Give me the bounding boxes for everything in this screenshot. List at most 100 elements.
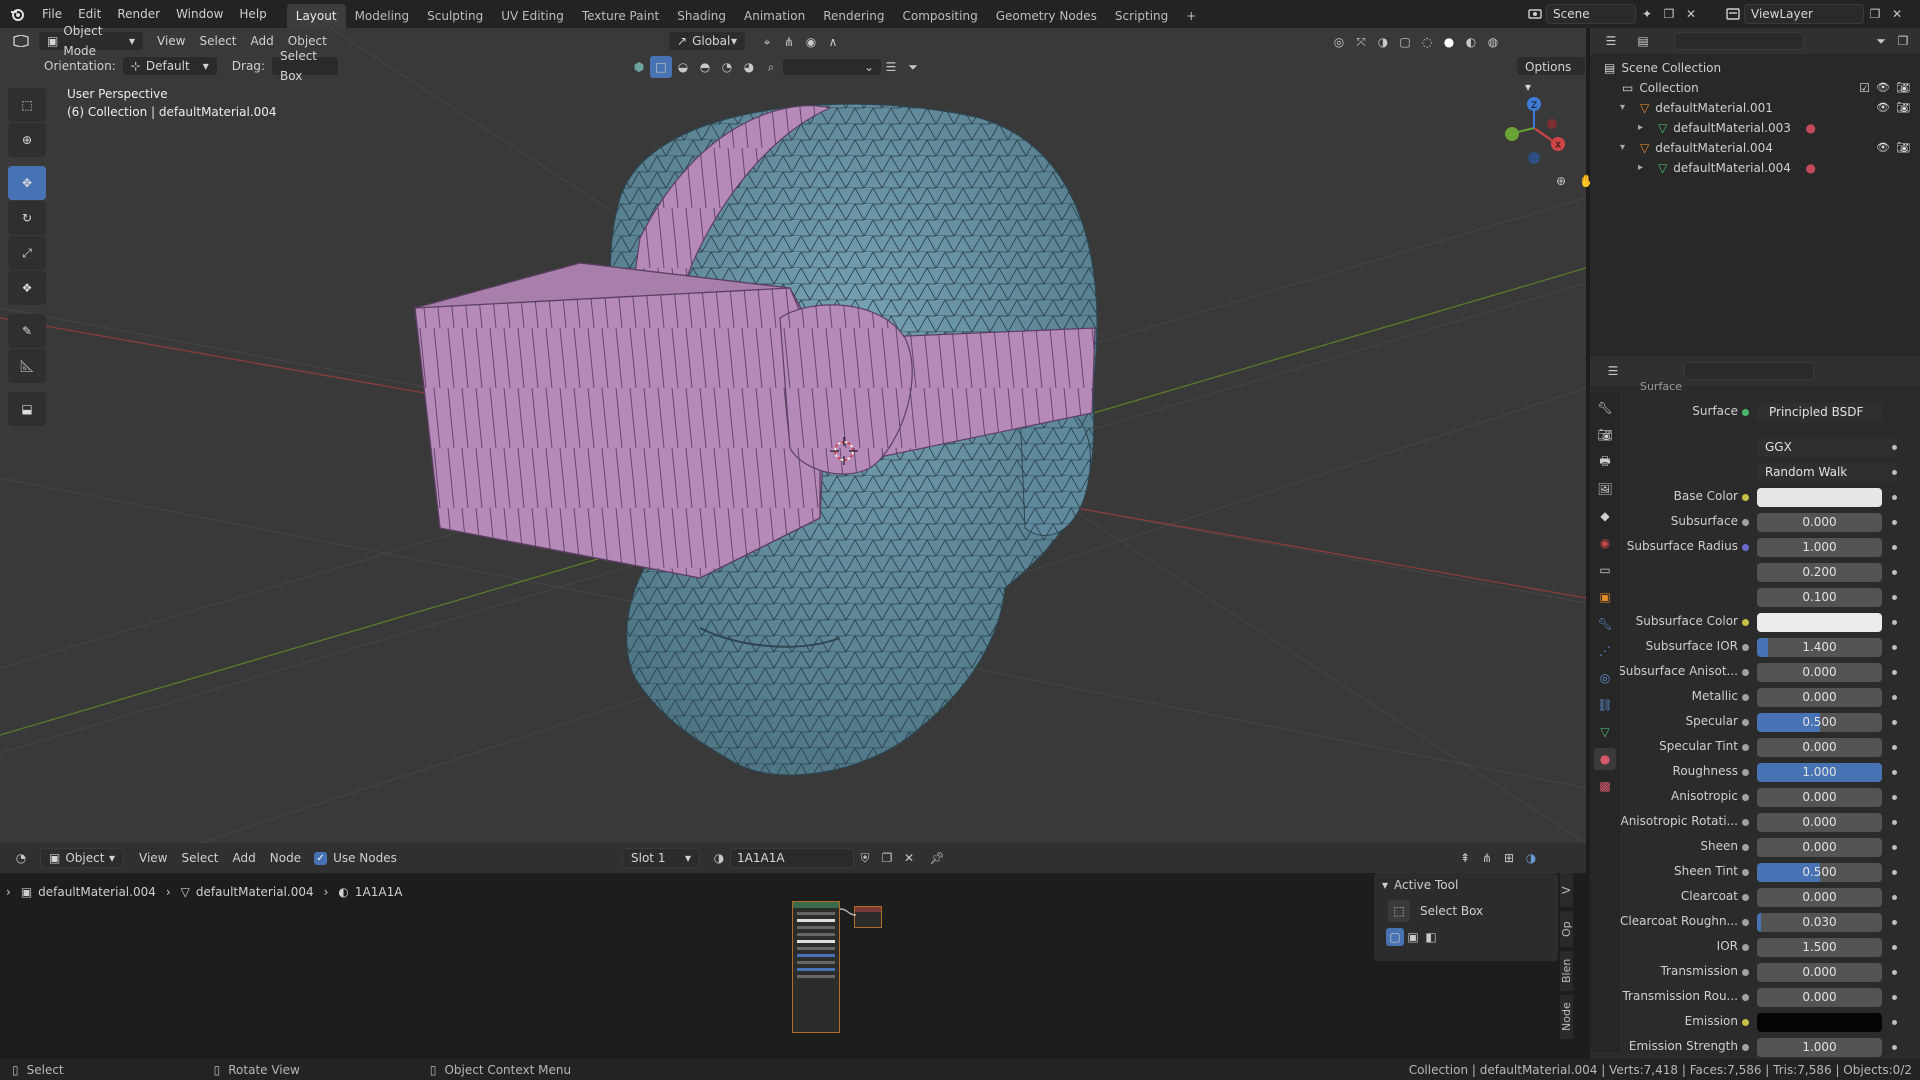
shader-editor[interactable]: ▾ Active Tool ⬚ Select Box ▢ ▣ ◧ V Op Bl… [0, 843, 1586, 1059]
object-tab-icon[interactable]: ▣ [1594, 586, 1616, 608]
slot-dropdown[interactable]: Slot 1 ▾ [622, 848, 700, 868]
sidebar-tab-blender[interactable]: Blen [1560, 951, 1573, 991]
snap-icon[interactable]: ⋔ [778, 31, 800, 53]
numeric-field[interactable]: 0.000 [1757, 688, 1882, 707]
output-tab-icon[interactable]: 🖶︎ [1594, 451, 1616, 473]
keyframe-dot-icon[interactable] [1892, 995, 1897, 1000]
constraints-tab-icon[interactable]: ⛓ [1594, 694, 1616, 716]
3d-viewport[interactable]: X Z [0, 28, 1586, 843]
search-icon[interactable]: ⌕ [760, 56, 782, 78]
tab-texture-paint[interactable]: Texture Paint [573, 4, 668, 28]
socket-dot-icon[interactable] [1742, 744, 1749, 751]
numeric-field[interactable]: 1.400 [1757, 638, 1882, 657]
breadcrumb-mesh[interactable]: defaultMaterial.004 [196, 885, 314, 899]
delete-scene-icon[interactable]: ✕ [1680, 3, 1702, 25]
mode-dropdown[interactable]: ▣ Object Mode ▾ [38, 24, 144, 58]
numeric-field[interactable]: 0.000 [1757, 788, 1882, 807]
move-tool-icon[interactable]: ✥ [8, 166, 46, 200]
viewlayer-name-field[interactable]: ViewLayer [1744, 4, 1864, 24]
transform-orientation-dropdown[interactable]: ↗ Global ▾ [668, 31, 746, 51]
collapse-arrow-icon[interactable]: ▾ [1382, 878, 1388, 892]
distribution-dropdown[interactable]: GGX [1757, 438, 1897, 457]
numeric-field[interactable]: 1.000 [1757, 763, 1882, 782]
socket-dot-icon[interactable] [1742, 644, 1749, 651]
socket-dot-icon[interactable] [1742, 619, 1749, 626]
sort-icon[interactable]: ☰ [880, 56, 902, 78]
color-swatch-field[interactable] [1757, 1013, 1882, 1032]
breadcrumb-material[interactable]: 1A1A1A [355, 885, 403, 899]
delete-viewlayer-icon[interactable]: ✕ [1886, 3, 1908, 25]
scale-tool-icon[interactable]: ⤢ [8, 236, 46, 270]
tab-animation[interactable]: Animation [735, 4, 814, 28]
snap-target-icon[interactable]: ⊞ [1498, 847, 1520, 869]
outliner-editor-icon[interactable]: ☰ [1600, 30, 1622, 52]
eye-icon[interactable]: 👁︎ [1876, 138, 1890, 158]
keyframe-dot-icon[interactable] [1892, 770, 1897, 775]
cursor-tool-icon[interactable]: ⊕ [8, 123, 46, 157]
keyframe-dot-icon[interactable] [1892, 620, 1897, 625]
socket-dot-icon[interactable] [1742, 869, 1749, 876]
outliner-row[interactable]: ▾ ▽ defaultMaterial.001 👁︎ 📷︎ [1590, 98, 1920, 118]
material-browse-icon[interactable]: ◑ [708, 847, 730, 869]
particles-tab-icon[interactable]: ⋰ [1594, 640, 1616, 662]
socket-dot-icon[interactable] [1742, 719, 1749, 726]
socket-dot-icon[interactable] [1742, 494, 1749, 501]
keyframe-dot-icon[interactable] [1892, 445, 1897, 450]
tab-shading[interactable]: Shading [668, 4, 735, 28]
select-box-icon[interactable]: ⬚ [1388, 900, 1410, 922]
camera-render-icon[interactable]: 📷︎ [1896, 78, 1910, 98]
material-shading-icon[interactable]: ◐ [1460, 31, 1482, 53]
visibility-icon[interactable]: ◎ [1328, 31, 1350, 53]
keyframe-dot-icon[interactable] [1892, 545, 1897, 550]
socket-dot-icon[interactable] [1742, 994, 1749, 1001]
modifier-tab-icon[interactable]: 🔧︎ [1594, 613, 1616, 635]
orientation-dropdown[interactable]: ⊹ Default ▾ [121, 56, 218, 76]
numeric-field[interactable]: 0.200 [1757, 563, 1882, 582]
viewlayer-icon[interactable] [1722, 3, 1744, 25]
keyframe-dot-icon[interactable] [1892, 1020, 1897, 1025]
socket-dot-icon[interactable] [1742, 844, 1749, 851]
font-filter-icon[interactable]: ◕ [738, 56, 760, 78]
scene-icon[interactable] [1524, 3, 1546, 25]
zoom-icon[interactable]: ⊕ [1550, 170, 1572, 192]
view-layer-tab-icon[interactable]: 🖼︎ [1594, 478, 1616, 500]
keyframe-dot-icon[interactable] [1892, 595, 1897, 600]
numeric-field[interactable]: 0.500 [1757, 713, 1882, 732]
socket-dot-icon[interactable] [1742, 544, 1749, 551]
node-menu-node[interactable]: Node [263, 847, 308, 869]
numeric-field[interactable]: 0.000 [1757, 663, 1882, 682]
socket-dot-icon[interactable] [1742, 919, 1749, 926]
outliner-row[interactable]: ▤ Scene Collection [1590, 58, 1920, 78]
expand-right-icon[interactable]: ▸ [1638, 158, 1643, 178]
viewport-menu-add[interactable]: Add [244, 30, 281, 52]
new-collection-icon[interactable]: ❐ [1892, 30, 1914, 52]
material-slot-icon[interactable]: ● [1806, 118, 1816, 138]
outliner-row[interactable]: ▭ Collection ☑ 👁︎ 📷︎ [1590, 78, 1920, 98]
camera-render-icon[interactable]: 📷︎ [1896, 138, 1910, 158]
mode-subtract-icon[interactable]: ◧ [1422, 928, 1440, 946]
measure-tool-icon[interactable]: 📐︎ [8, 349, 46, 383]
tab-scripting[interactable]: Scripting [1106, 4, 1177, 28]
snap-icon[interactable]: ⋔ [1476, 847, 1498, 869]
keyframe-dot-icon[interactable] [1892, 570, 1897, 575]
tool-tab-icon[interactable]: 🔧︎ [1594, 397, 1616, 419]
numeric-field[interactable]: 0.000 [1757, 513, 1882, 532]
physics-tab-icon[interactable]: ◎ [1594, 667, 1616, 689]
node-menu-add[interactable]: Add [226, 847, 263, 869]
numeric-field[interactable]: 0.100 [1757, 588, 1882, 607]
eye-icon[interactable]: 👁︎ [1876, 78, 1890, 98]
add-cube-tool-icon[interactable]: ⬓ [8, 392, 46, 426]
keyframe-dot-icon[interactable] [1892, 920, 1897, 925]
numeric-field[interactable]: 1.000 [1757, 538, 1882, 557]
outliner-search-input[interactable] [1674, 32, 1804, 50]
rotate-tool-icon[interactable]: ↻ [8, 201, 46, 235]
numeric-field[interactable]: 0.000 [1757, 888, 1882, 907]
overlay-toggle-icon[interactable]: ◑ [1372, 31, 1394, 53]
parent-icon[interactable]: ⇞ [1454, 847, 1476, 869]
socket-dot-icon[interactable] [1742, 969, 1749, 976]
keyframe-dot-icon[interactable] [1892, 795, 1897, 800]
fake-user-icon[interactable]: ⛨ [854, 847, 876, 869]
keyframe-dot-icon[interactable] [1892, 495, 1897, 500]
options-dropdown[interactable]: Options ▾ [1516, 56, 1586, 94]
keyframe-dot-icon[interactable] [1892, 745, 1897, 750]
